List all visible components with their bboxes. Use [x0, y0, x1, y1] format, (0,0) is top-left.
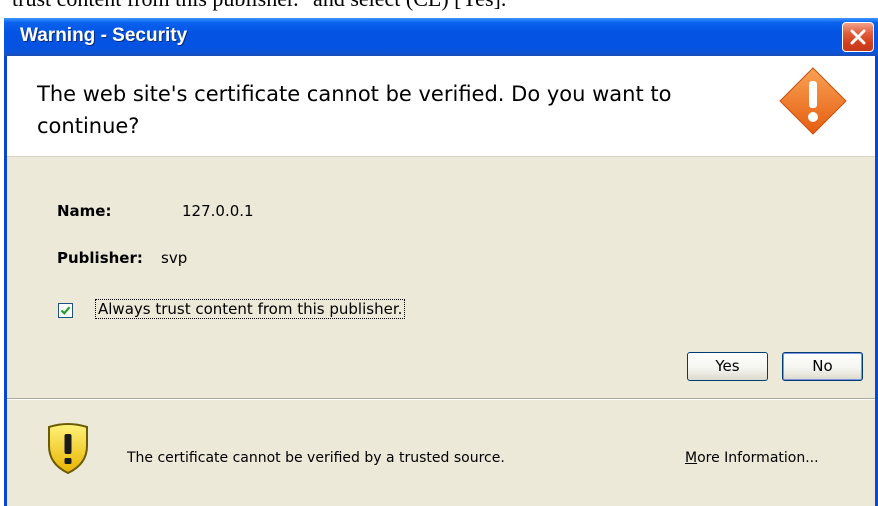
yes-button[interactable]: Yes [687, 352, 768, 381]
trust-checkbox[interactable] [58, 303, 73, 318]
dialog-header: The web site's certificate cannot be ver… [7, 56, 875, 157]
more-information-accesskey: M [685, 450, 698, 466]
title-bar[interactable]: Warning - Security [4, 18, 878, 56]
footer-message: The certificate cannot be verified by a … [127, 450, 505, 466]
footer-divider [7, 398, 875, 400]
more-information-text: ore Information... [697, 450, 819, 466]
warning-diamond-icon [779, 67, 847, 135]
publisher-value: svp [161, 249, 188, 267]
background-document-text: trust content from this publisher." and … [12, 0, 506, 12]
name-row: Name: 127.0.0.1 [57, 202, 254, 220]
header-message: The web site's certificate cannot be ver… [37, 82, 672, 138]
close-button[interactable] [842, 22, 874, 52]
more-information-link[interactable]: More Information... [685, 450, 819, 466]
checkmark-icon [60, 306, 71, 315]
trust-checkbox-label[interactable]: Always trust content from this publisher… [94, 299, 406, 319]
publisher-row: Publisher: svp [57, 249, 187, 267]
name-label: Name: [57, 202, 112, 220]
publisher-label: Publisher: [57, 249, 143, 267]
shield-warning-icon [48, 423, 88, 475]
name-value: 127.0.0.1 [182, 202, 254, 220]
close-icon [850, 29, 866, 45]
no-button[interactable]: No [782, 352, 863, 381]
security-warning-dialog: Warning - Security The web site's certif… [4, 18, 878, 506]
window-title: Warning - Security [20, 25, 188, 46]
